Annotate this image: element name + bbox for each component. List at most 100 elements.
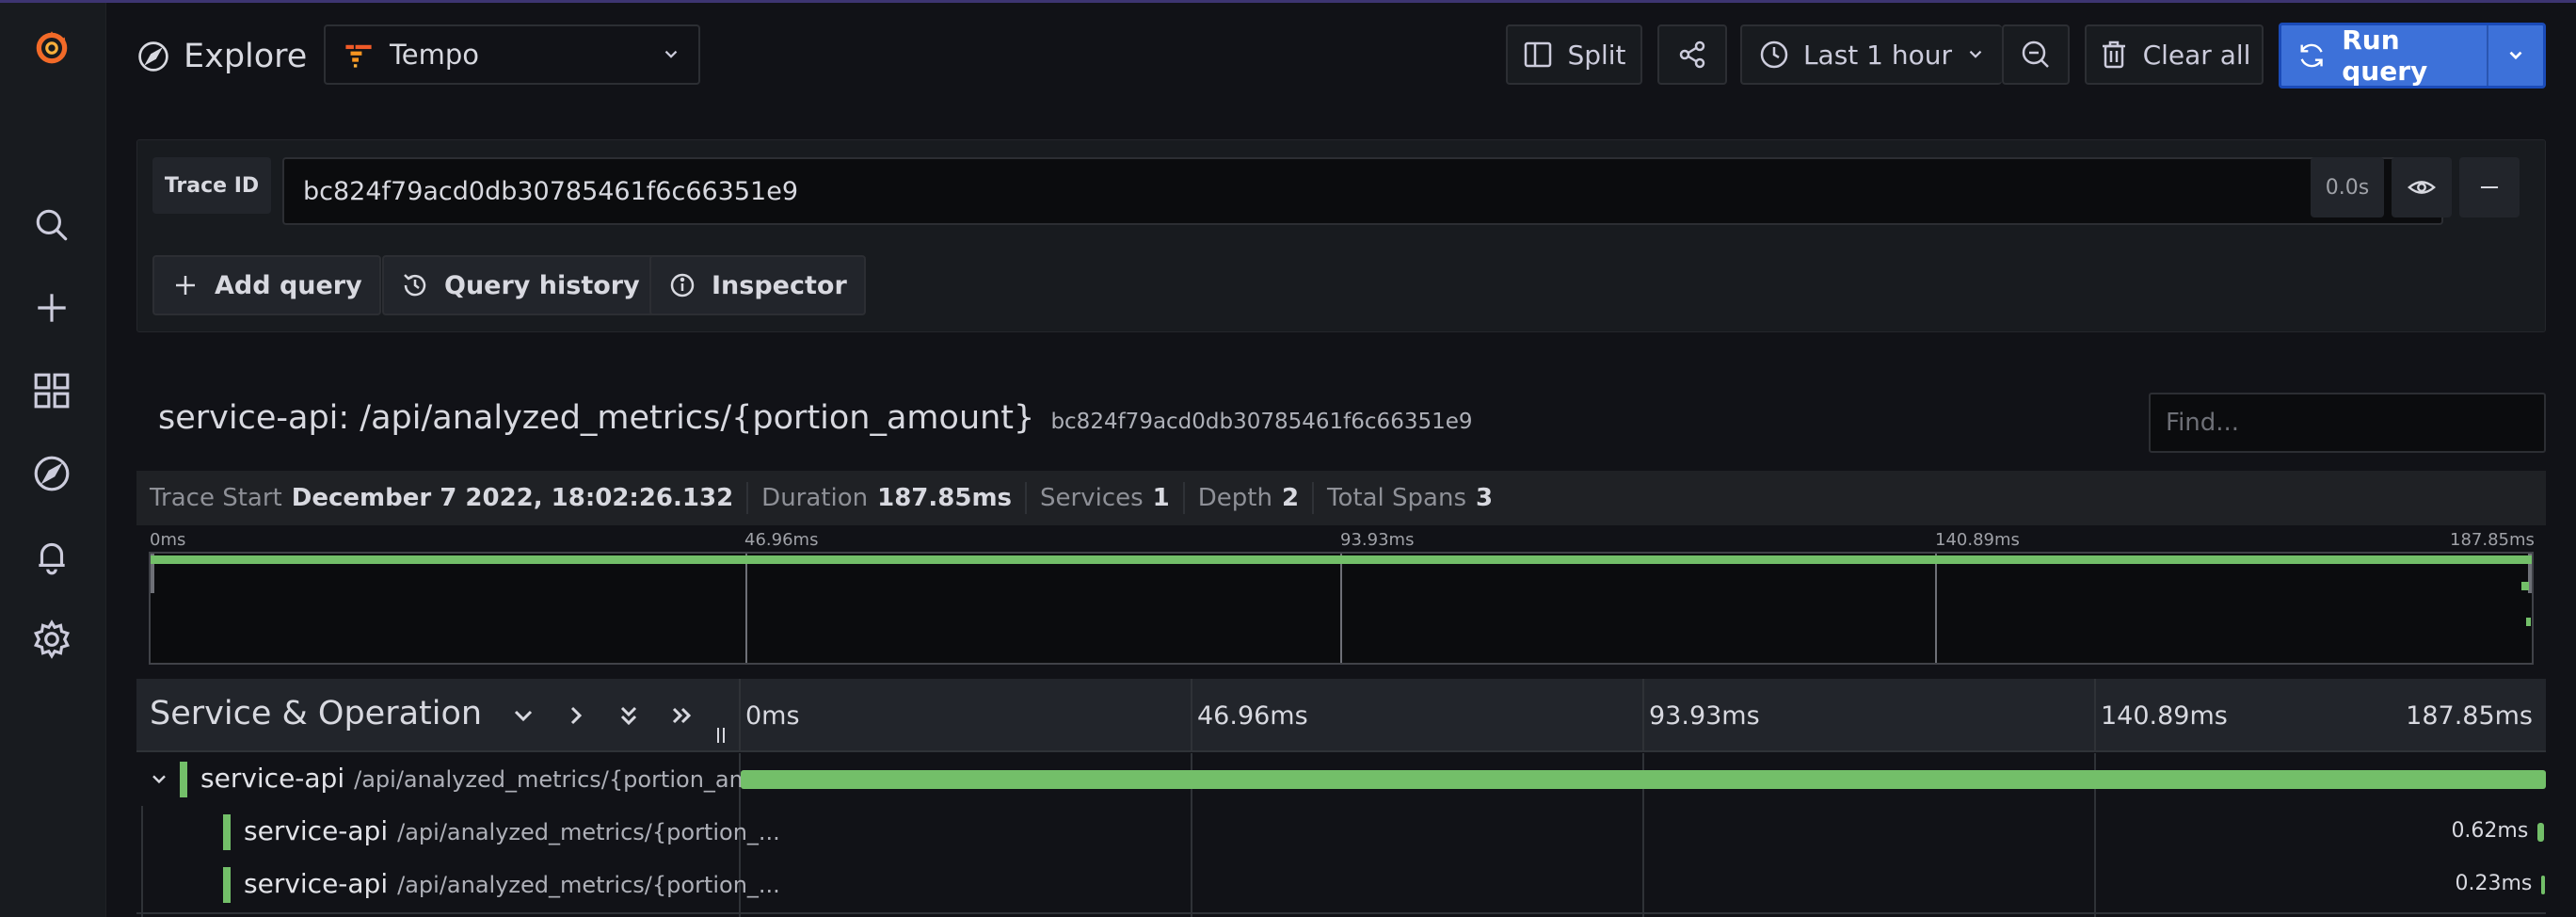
span-row[interactable]: service-api/api/analyzed_metrics/{portio…	[136, 806, 2546, 859]
trace-title: service-api: /api/analyzed_metrics/{port…	[158, 399, 1473, 437]
service-color-marker	[223, 867, 231, 903]
run-query-options[interactable]	[2488, 45, 2543, 66]
query-history-label: Query history	[444, 270, 640, 300]
span-label[interactable]: service-api/api/analyzed_metrics/{portio…	[244, 868, 780, 899]
query-duration: 0.0s	[2311, 157, 2384, 217]
run-query-button[interactable]: Run query	[2279, 23, 2546, 88]
minimap-span	[2520, 582, 2529, 590]
gear-icon[interactable]	[28, 616, 75, 663]
minimap-tick: 140.89ms	[1935, 530, 2020, 550]
meta-divider	[746, 482, 749, 514]
clear-all-button[interactable]: Clear all	[2085, 24, 2264, 85]
span-operation: /api/analyzed_metrics/{portion_am...	[354, 766, 773, 793]
column-resizer-icon[interactable]	[714, 726, 728, 745]
trace-title-text: service-api: /api/analyzed_metrics/{port…	[158, 399, 1035, 437]
waterfall-tick: 93.93ms	[1649, 701, 1760, 731]
run-query-label: Run query	[2342, 24, 2428, 87]
zoom-out-icon	[2022, 40, 2049, 68]
dashboards-icon[interactable]	[28, 367, 75, 414]
datasource-picker[interactable]: Tempo	[324, 24, 700, 85]
zoom-out-button[interactable]	[2002, 24, 2070, 85]
expand-one-icon[interactable]	[560, 700, 592, 732]
add-query-button[interactable]: Add query	[152, 255, 381, 315]
service-color-marker	[223, 814, 231, 850]
span-bar[interactable]	[2541, 876, 2546, 894]
top-accent-line	[0, 0, 2576, 3]
toggle-visibility-button[interactable]	[2392, 157, 2452, 217]
explore-icon[interactable]	[28, 450, 75, 497]
total-spans-label: Total Spans	[1327, 484, 1466, 512]
trace-minimap[interactable]	[149, 552, 2534, 665]
expand-all-icon[interactable]	[665, 700, 697, 732]
chevron-down-icon	[2509, 51, 2522, 60]
add-query-label: Add query	[215, 270, 362, 300]
query-history-button[interactable]: Query history	[382, 255, 659, 315]
minimap-gridline	[1340, 554, 1342, 663]
span-label[interactable]: service-api/api/analyzed_metrics/{portio…	[244, 815, 780, 846]
time-range-picker[interactable]: Last 1 hour	[1740, 24, 2002, 85]
split-icon	[1525, 41, 1552, 68]
trace-title-id: bc824f79acd0db30785461f6c66351e9	[1050, 410, 1473, 434]
plus-icon[interactable]	[28, 284, 75, 331]
inspector-button[interactable]: Inspector	[649, 255, 866, 315]
minimap-tick: 0ms	[150, 530, 186, 550]
split-button-label: Split	[1567, 39, 1626, 71]
side-navigation	[0, 3, 106, 917]
chevron-down-icon[interactable]	[148, 768, 170, 791]
trace-id-input[interactable]: bc824f79acd0db30785461f6c66351e9	[282, 157, 2443, 225]
alert-bell-icon[interactable]	[28, 533, 75, 580]
timeline-gridline	[2094, 679, 2096, 752]
minimap-gridline	[1935, 554, 1937, 663]
plus-icon	[176, 276, 195, 295]
services-value: 1	[1152, 484, 1170, 512]
waterfall-tick: 46.96ms	[1197, 701, 1308, 731]
minus-icon	[2480, 185, 2499, 189]
duration-value: 187.85ms	[877, 484, 1013, 512]
services-label: Services	[1040, 484, 1144, 512]
minimap-tick: 46.96ms	[744, 530, 819, 550]
waterfall-tick: 0ms	[745, 701, 800, 731]
minimap-tick: 187.85ms	[2450, 530, 2535, 550]
meta-divider	[1312, 482, 1315, 514]
minimap-span	[151, 555, 2532, 564]
time-range-label: Last 1 hour	[1802, 39, 1953, 71]
split-button[interactable]: Split	[1506, 24, 1642, 85]
waterfall-bottom-border	[136, 912, 2546, 914]
run-query-main[interactable]: Run query	[2281, 24, 2488, 87]
search-icon[interactable]	[28, 201, 75, 249]
grafana-logo-icon[interactable]	[28, 24, 75, 71]
trace-id-label: Trace ID	[152, 157, 271, 214]
total-spans-value: 3	[1476, 484, 1494, 512]
datasource-name: Tempo	[390, 39, 480, 71]
minimap-gridline	[745, 554, 747, 663]
span-bar[interactable]	[2537, 823, 2544, 842]
chevron-down-icon	[1969, 50, 1982, 58]
find-input[interactable]: Find...	[2149, 393, 2546, 453]
depth-label: Depth	[1197, 484, 1272, 512]
span-label[interactable]: service-api/api/analyzed_metrics/{portio…	[200, 763, 773, 794]
depth-value: 2	[1281, 484, 1300, 512]
span-duration-label: 0.23ms	[2455, 872, 2533, 895]
waterfall-header: Service & Operation 0ms 46.96ms 93.93ms …	[136, 679, 2546, 752]
remove-query-button[interactable]	[2459, 157, 2520, 217]
duration-label: Duration	[761, 484, 869, 512]
info-icon	[670, 273, 695, 298]
collapse-all-icon[interactable]	[613, 700, 645, 732]
span-bar[interactable]	[741, 770, 2546, 789]
tempo-logo-icon	[345, 44, 372, 68]
history-icon	[404, 274, 426, 297]
share-button[interactable]	[1657, 24, 1727, 85]
clear-all-label: Clear all	[2142, 39, 2251, 71]
timeline-gridline	[1642, 679, 1644, 752]
service-operation-header: Service & Operation	[150, 695, 483, 732]
inspector-label: Inspector	[712, 270, 847, 300]
span-row[interactable]: service-api/api/analyzed_metrics/{portio…	[136, 859, 2546, 911]
page-title: Explore	[136, 30, 307, 83]
waterfall-tick: 140.89ms	[2101, 701, 2228, 731]
service-color-marker	[180, 762, 187, 797]
collapse-one-icon[interactable]	[507, 700, 539, 732]
clock-icon	[1760, 40, 1788, 69]
span-service: service-api	[200, 763, 345, 794]
refresh-icon	[2300, 43, 2323, 68]
waterfall-tick: 187.85ms	[2406, 701, 2533, 731]
